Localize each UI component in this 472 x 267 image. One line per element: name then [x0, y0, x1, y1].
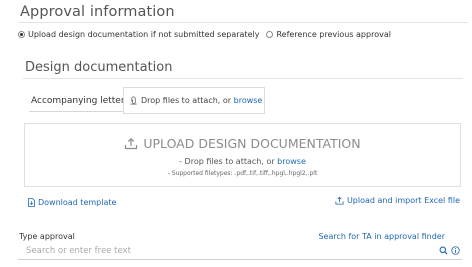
- accompanying-browse-link[interactable]: browse: [234, 96, 263, 105]
- supported-filetypes-text: - Supported filetypes: .pdf,.tif,.tiff,.…: [167, 170, 318, 177]
- upload-excel-label: Upload and import Excel file: [346, 196, 460, 205]
- upload-docs-radio[interactable]: [18, 30, 25, 38]
- upload-excel-link[interactable]: Upload and import Excel file: [335, 196, 460, 205]
- upload-title-text: UPLOAD DESIGN DOCUMENTATION: [143, 136, 361, 151]
- upload-icon: [335, 196, 344, 205]
- approval-info-divider: [18, 22, 468, 23]
- upload-drop-text: - Drop files to attach, or: [179, 157, 275, 166]
- upload-cloud-icon: [125, 137, 138, 150]
- approval-option-group: Upload design documentation if not submi…: [18, 28, 398, 40]
- accompanying-letter-dropzone[interactable]: Drop files to attach, or browse: [123, 87, 265, 114]
- reference-previous-radio-label[interactable]: Reference previous approval: [276, 30, 391, 39]
- upload-drop-line: - Drop files to attach, or browse: [25, 157, 460, 166]
- upload-browse-link[interactable]: browse: [277, 157, 306, 166]
- approval-info-title: Approval information: [20, 4, 175, 20]
- approval-form-page: Approval information Upload design docum…: [0, 0, 472, 267]
- download-template-link[interactable]: Download template: [28, 198, 116, 207]
- approval-finder-link[interactable]: Search for TA in approval finder: [318, 232, 445, 241]
- document-icon: [28, 198, 35, 207]
- input-icons: [439, 246, 462, 255]
- type-approval-label: Type approval: [19, 232, 75, 241]
- upload-title-row: UPLOAD DESIGN DOCUMENTATION: [25, 136, 460, 151]
- accompanying-letter-label: Accompanying letter: [29, 91, 127, 112]
- search-icon[interactable]: [439, 246, 448, 255]
- download-template-label: Download template: [38, 198, 117, 207]
- design-docs-divider: [23, 78, 463, 79]
- design-docs-dropzone[interactable]: UPLOAD DESIGN DOCUMENTATION - Drop files…: [24, 123, 461, 187]
- reference-previous-radio[interactable]: [266, 30, 274, 38]
- upload-docs-radio-label[interactable]: Upload design documentation if not submi…: [28, 30, 259, 39]
- design-docs-title: Design documentation: [25, 60, 173, 75]
- type-approval-field: [18, 242, 462, 260]
- paperclip-icon: [130, 96, 137, 105]
- accompanying-drop-text: Drop files to attach, or: [141, 96, 232, 105]
- info-icon[interactable]: [451, 246, 460, 255]
- type-approval-input[interactable]: [18, 242, 439, 259]
